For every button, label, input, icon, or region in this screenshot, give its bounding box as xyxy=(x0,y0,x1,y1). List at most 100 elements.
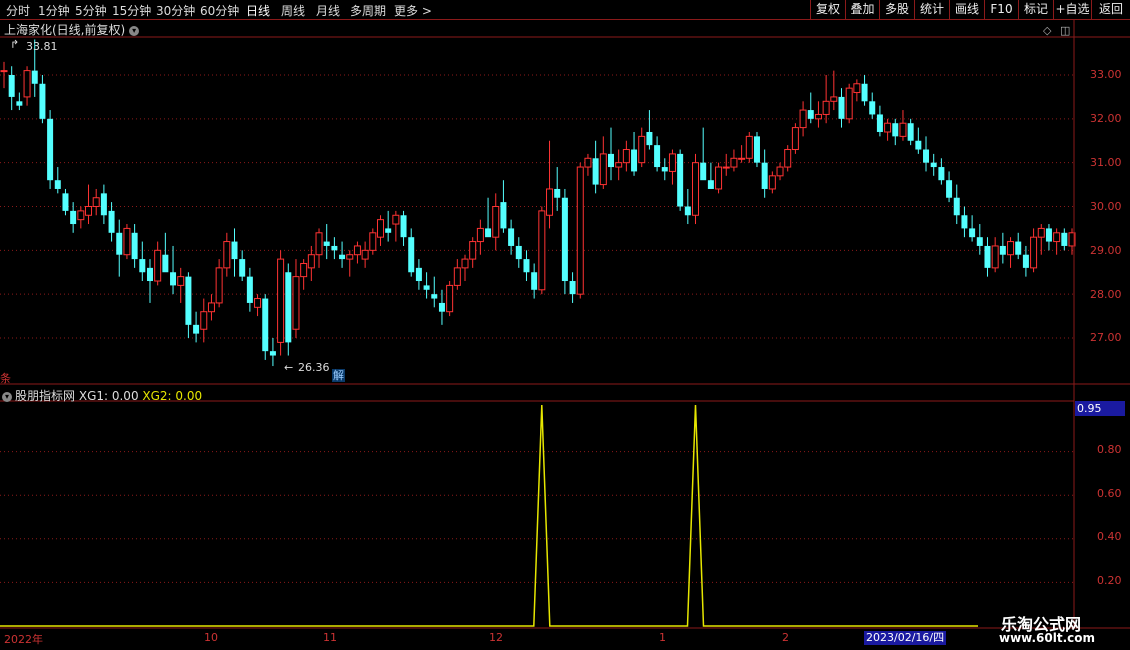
candle-body-down xyxy=(39,83,46,119)
candle-body-down xyxy=(54,180,61,189)
candle-body-down xyxy=(70,210,77,225)
max-annotation-arrow: ↱ xyxy=(10,38,20,51)
candle-body-up xyxy=(23,70,31,98)
unlock-marker[interactable]: 解 xyxy=(332,369,345,382)
main-panel-title: 上海家化(日线,前复权) ▾ xyxy=(4,21,140,38)
candle-body-down xyxy=(999,245,1006,255)
candle-body-down xyxy=(631,149,638,172)
date-label: 2022年 xyxy=(4,633,43,646)
y-tick-label: 0.40 xyxy=(1097,530,1122,543)
candle-body-up xyxy=(1007,241,1015,256)
candle-body-up xyxy=(738,157,746,160)
candle-body-down xyxy=(876,114,883,132)
candle-body-down xyxy=(892,123,899,137)
chart-canvas[interactable] xyxy=(0,0,1130,650)
min-annotation: 26.36 xyxy=(298,361,330,374)
candle-body-up xyxy=(307,254,315,269)
y-tick-label: 31.00 xyxy=(1090,156,1122,169)
candle-body-up xyxy=(177,276,185,286)
candle-body-down xyxy=(162,254,169,273)
candle-body-down xyxy=(431,294,438,299)
candle-body-up xyxy=(200,311,208,330)
candle-body-up xyxy=(784,149,792,168)
candle-body-down xyxy=(415,267,422,282)
candle-body-up xyxy=(492,206,500,238)
indicator-title: ▾ 股朋指标网 XG1: 0.00 XG2: 0.00 xyxy=(2,387,202,404)
candle-body-up xyxy=(446,284,454,313)
candle-body-up xyxy=(369,232,377,251)
min-annotation-arrow: ← xyxy=(284,361,294,374)
candle-body-down xyxy=(515,245,522,260)
candle-body-down xyxy=(607,153,614,168)
candle-body-up xyxy=(745,135,753,159)
candle-body-down xyxy=(485,228,492,238)
candle-body-up xyxy=(353,245,361,256)
candle-body-down xyxy=(400,215,407,238)
candle-body-down xyxy=(269,351,276,356)
candle-body-down xyxy=(984,245,991,268)
candle-body-up xyxy=(453,267,461,286)
candle-body-down xyxy=(116,232,123,255)
chevron-down-icon[interactable]: ▾ xyxy=(129,25,140,36)
candle-body-up xyxy=(730,157,738,168)
candle-body-up xyxy=(884,122,892,133)
y-tick-label: 29.00 xyxy=(1090,244,1122,257)
candle-body-down xyxy=(961,215,968,229)
y-tick-label: 30.00 xyxy=(1090,200,1122,213)
candle-body-up xyxy=(215,267,223,304)
candle-body-up xyxy=(776,166,784,177)
candle-body-down xyxy=(8,75,15,97)
diamond-icon[interactable]: ◇ xyxy=(1043,24,1051,37)
left-marker: 条 xyxy=(0,372,11,385)
candle-body-up xyxy=(668,153,676,172)
candle-body-down xyxy=(131,232,138,260)
candle-body-up xyxy=(85,206,93,216)
y-tick-label: 33.00 xyxy=(1090,68,1122,81)
candle-body-down xyxy=(193,324,200,334)
candle-body-down xyxy=(761,162,768,189)
candle-body-down xyxy=(923,149,930,163)
date-label: 1 xyxy=(659,631,666,644)
candle-body-up xyxy=(768,175,776,190)
panel-toggle-icon[interactable]: ◫ xyxy=(1060,24,1070,37)
candle-body-down xyxy=(654,145,661,168)
y-tick-label: 0.80 xyxy=(1097,443,1122,456)
candle-body-down xyxy=(246,276,253,303)
y-tick-label: 0.60 xyxy=(1097,487,1122,500)
candle-body-down xyxy=(938,167,945,181)
candle-body-down xyxy=(385,228,392,233)
candle-body-up xyxy=(223,241,231,269)
cursor-value-badge: 0.95 xyxy=(1075,401,1125,416)
date-label: 2 xyxy=(782,631,789,644)
candle-body-down xyxy=(185,276,192,325)
candle-body-up xyxy=(830,96,838,102)
candle-body-down xyxy=(1015,241,1022,255)
y-tick-label: 27.00 xyxy=(1090,331,1122,344)
max-annotation: 33.81 xyxy=(26,40,58,53)
candle-body-up xyxy=(853,83,861,94)
candle-body-down xyxy=(869,101,876,115)
candle-body-down xyxy=(500,202,507,229)
date-label: 10 xyxy=(204,631,218,644)
candle-body-up xyxy=(899,122,907,137)
candle-body-up xyxy=(361,249,369,260)
cursor-date-badge: 2023/02/16/四 xyxy=(864,631,947,645)
candle-body-down xyxy=(239,259,246,277)
candle-body-down xyxy=(62,193,69,211)
candle-body-down xyxy=(969,228,976,238)
candle-body-up xyxy=(822,100,830,115)
candle-body-down xyxy=(646,131,653,146)
candle-body-down xyxy=(231,241,238,260)
candle-body-up xyxy=(315,232,323,256)
candle-body-down xyxy=(661,167,668,172)
y-tick-label: 32.00 xyxy=(1090,112,1122,125)
chevron-down-icon[interactable]: ▾ xyxy=(2,391,12,402)
candle-body-up xyxy=(346,254,354,260)
candle-body-down xyxy=(262,298,269,352)
candle-body-up xyxy=(622,149,630,164)
candle-body-up xyxy=(615,162,623,168)
candle-body-down xyxy=(170,272,177,286)
candle-body-down xyxy=(423,285,430,290)
candle-body-up xyxy=(576,166,584,295)
candle-body-down xyxy=(100,193,107,216)
